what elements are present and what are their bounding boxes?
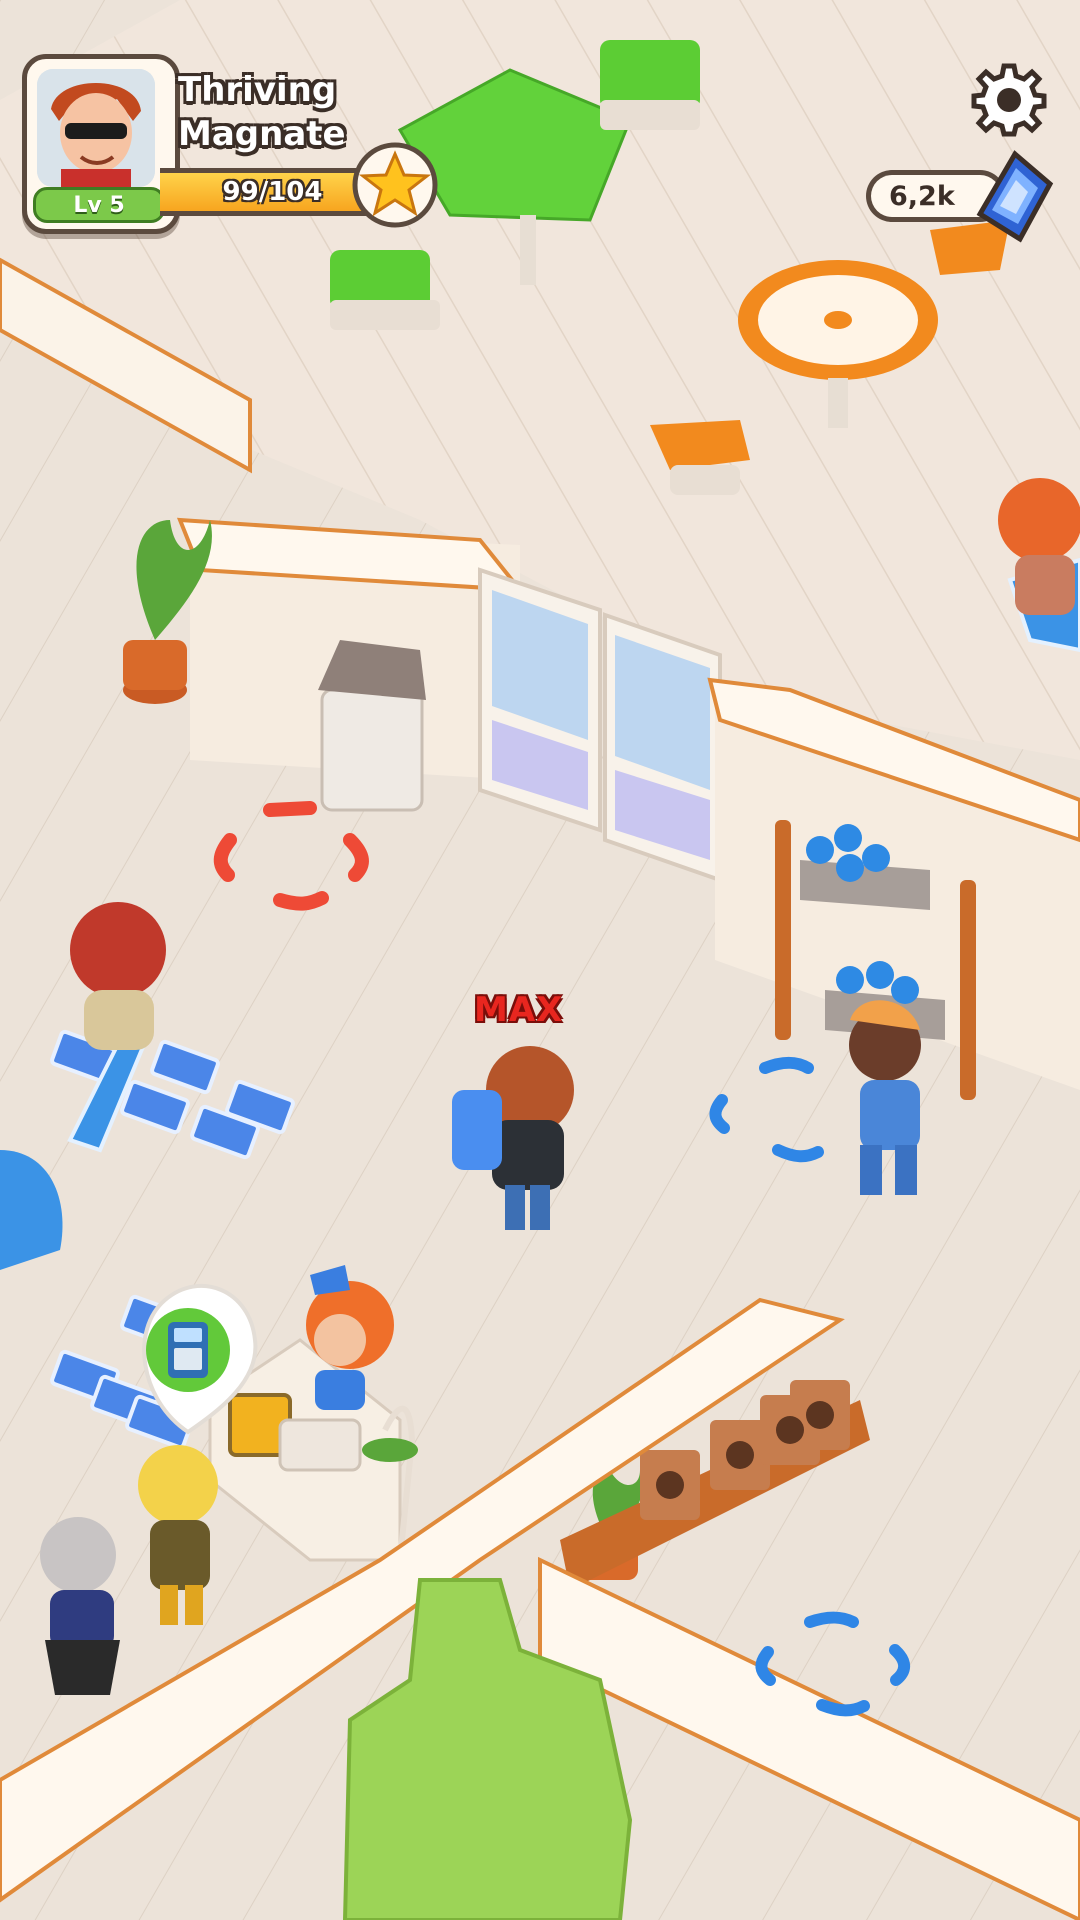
- gear-icon: [971, 63, 1047, 137]
- player-title: Thriving Magnate: [178, 70, 346, 154]
- character-customer: [40, 1517, 120, 1695]
- green-chair: [330, 250, 440, 330]
- trash-bin: [318, 640, 426, 812]
- character-customer: [70, 902, 166, 1050]
- gem-stack-icon: [960, 144, 1060, 244]
- star-icon: [352, 142, 438, 228]
- avatar: [37, 69, 155, 187]
- level-badge: Lv 5: [33, 187, 165, 223]
- profile-card[interactable]: Lv 5: [22, 54, 180, 234]
- settings-button[interactable]: [970, 60, 1048, 138]
- green-chair: [600, 40, 700, 130]
- game-world: [0, 0, 1080, 1920]
- player-name-tag: MAX: [474, 990, 564, 1030]
